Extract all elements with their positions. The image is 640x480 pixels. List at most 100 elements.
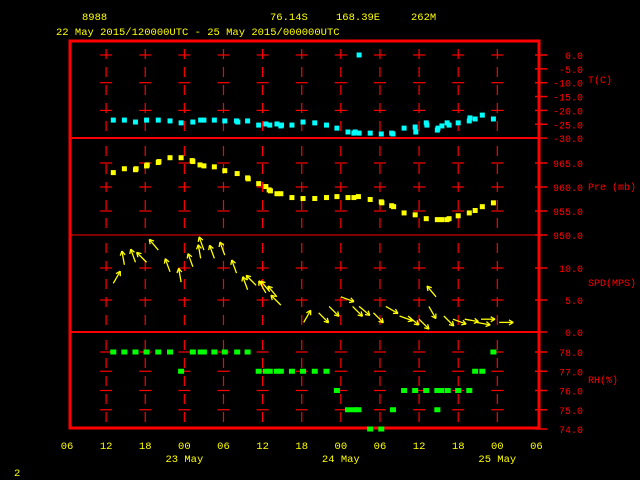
temperature-point xyxy=(424,122,430,128)
y-axis-title: SPD(MPS) xyxy=(588,278,636,290)
pressure-point xyxy=(144,162,150,168)
x-tick-label: 18 xyxy=(139,441,152,453)
station-latitude: 76.14S xyxy=(270,12,308,24)
temperature-point xyxy=(235,119,241,125)
temperature-point xyxy=(323,122,329,128)
humidity-point xyxy=(345,407,352,413)
temperature-point xyxy=(455,120,461,126)
pressure-point xyxy=(110,170,116,176)
y-tick-label: 965.0 xyxy=(553,160,583,171)
humidity-point xyxy=(110,349,117,355)
temperature-point xyxy=(356,52,362,58)
pressure-point xyxy=(178,155,184,161)
y-tick-label: -15.0 xyxy=(553,94,583,105)
wind-arrow xyxy=(136,251,148,263)
temperature-point xyxy=(211,117,217,123)
wind-arrow xyxy=(303,309,312,323)
y-tick-label: 76.0 xyxy=(559,388,583,399)
wind-arrow-shaft xyxy=(418,318,430,330)
y-tick-label: -5.0 xyxy=(559,66,583,77)
x-tick-label: 06 xyxy=(61,441,74,453)
pressure-point xyxy=(351,195,357,201)
wind-arrow xyxy=(148,238,159,251)
station-longitude: 168.39E xyxy=(336,12,380,24)
wind-arrow xyxy=(195,244,202,259)
pressure-point xyxy=(190,159,196,165)
wind-arrow xyxy=(385,305,399,315)
pressure-point xyxy=(412,212,418,218)
y-axis-title: Pre (mb) xyxy=(588,182,636,194)
wind-arrow-shaft xyxy=(443,315,455,327)
temperature-point xyxy=(479,112,485,118)
wind-arrow-shaft xyxy=(372,312,384,324)
humidity-point xyxy=(378,426,385,432)
humidity-point xyxy=(438,388,445,393)
wind-arrow xyxy=(245,274,257,286)
pressure-point xyxy=(289,195,295,201)
pressure-point xyxy=(300,196,306,202)
humidity-point xyxy=(132,349,139,355)
temperature-point xyxy=(467,115,473,121)
data-marks xyxy=(110,52,514,432)
x-tick-label: 18 xyxy=(295,441,308,453)
y-tick-label: 75.0 xyxy=(559,407,583,418)
humidity-point xyxy=(155,349,162,355)
humidity-point xyxy=(490,349,497,355)
pressure-point xyxy=(401,210,407,216)
pressure-point xyxy=(167,155,173,161)
pressure-point xyxy=(423,216,429,222)
weather-timeseries-chart: 8988 76.14S 168.39E 262M 22 May 2015/120… xyxy=(14,12,636,480)
wind-arrow-head xyxy=(461,323,467,326)
pressure-point xyxy=(267,188,273,194)
wind-arrow xyxy=(112,270,121,284)
pressure-point xyxy=(391,204,397,210)
temperature-point xyxy=(155,117,161,123)
pressure-point xyxy=(156,159,162,165)
pressure-point xyxy=(201,163,207,169)
y-axis-title: RH(%) xyxy=(588,375,618,387)
pressure-point xyxy=(466,210,472,216)
x-tick-label: 06 xyxy=(374,441,387,453)
humidity-point xyxy=(472,368,479,374)
humidity-point xyxy=(277,368,284,374)
wind-arrow-head xyxy=(364,313,370,317)
wind-arrow xyxy=(426,285,437,298)
axes: 0.0 -5.0 -10.0 -15.0 -20.0 -25.0 -30.0 T(C) 965.… xyxy=(61,39,636,466)
y-tick-label: -20.0 xyxy=(553,107,583,118)
wind-arrow xyxy=(163,258,171,273)
humidity-point xyxy=(221,349,228,355)
x-tick-label: 06 xyxy=(530,441,543,453)
wind-arrow xyxy=(407,315,420,326)
wind-arrow xyxy=(443,315,455,327)
humidity-point xyxy=(143,349,150,355)
temperature-point xyxy=(413,129,419,135)
temperature-point xyxy=(356,130,362,136)
wind-arrow xyxy=(481,316,496,323)
y-tick-label: 5.0 xyxy=(565,297,583,308)
wind-arrow-shaft xyxy=(270,294,282,306)
humidity-point xyxy=(323,368,330,374)
humidity-point xyxy=(311,368,318,374)
x-tick-label: 12 xyxy=(256,441,269,453)
wind-arrow xyxy=(208,244,215,259)
pressure-point xyxy=(334,194,340,200)
x-tick-label: 00 xyxy=(178,441,191,453)
wind-arrow xyxy=(418,318,430,330)
temperature-point xyxy=(201,117,207,123)
humidity-point xyxy=(444,388,451,393)
pressure-point xyxy=(133,166,139,172)
temperature-point xyxy=(267,122,273,128)
wind-arrow-shaft xyxy=(318,312,330,324)
temperature-point xyxy=(472,116,478,122)
temperature-point xyxy=(222,118,228,124)
humidity-point xyxy=(355,407,362,413)
humidity-point xyxy=(333,388,340,393)
page-number: 2 xyxy=(14,468,20,480)
humidity-point xyxy=(367,426,374,432)
y-tick-label: 78.0 xyxy=(559,349,583,360)
pressure-point xyxy=(434,217,440,223)
pressure-point xyxy=(278,191,284,197)
pressure-point xyxy=(245,176,251,182)
wind-arrow xyxy=(428,306,437,320)
wind-arrow xyxy=(270,294,282,306)
